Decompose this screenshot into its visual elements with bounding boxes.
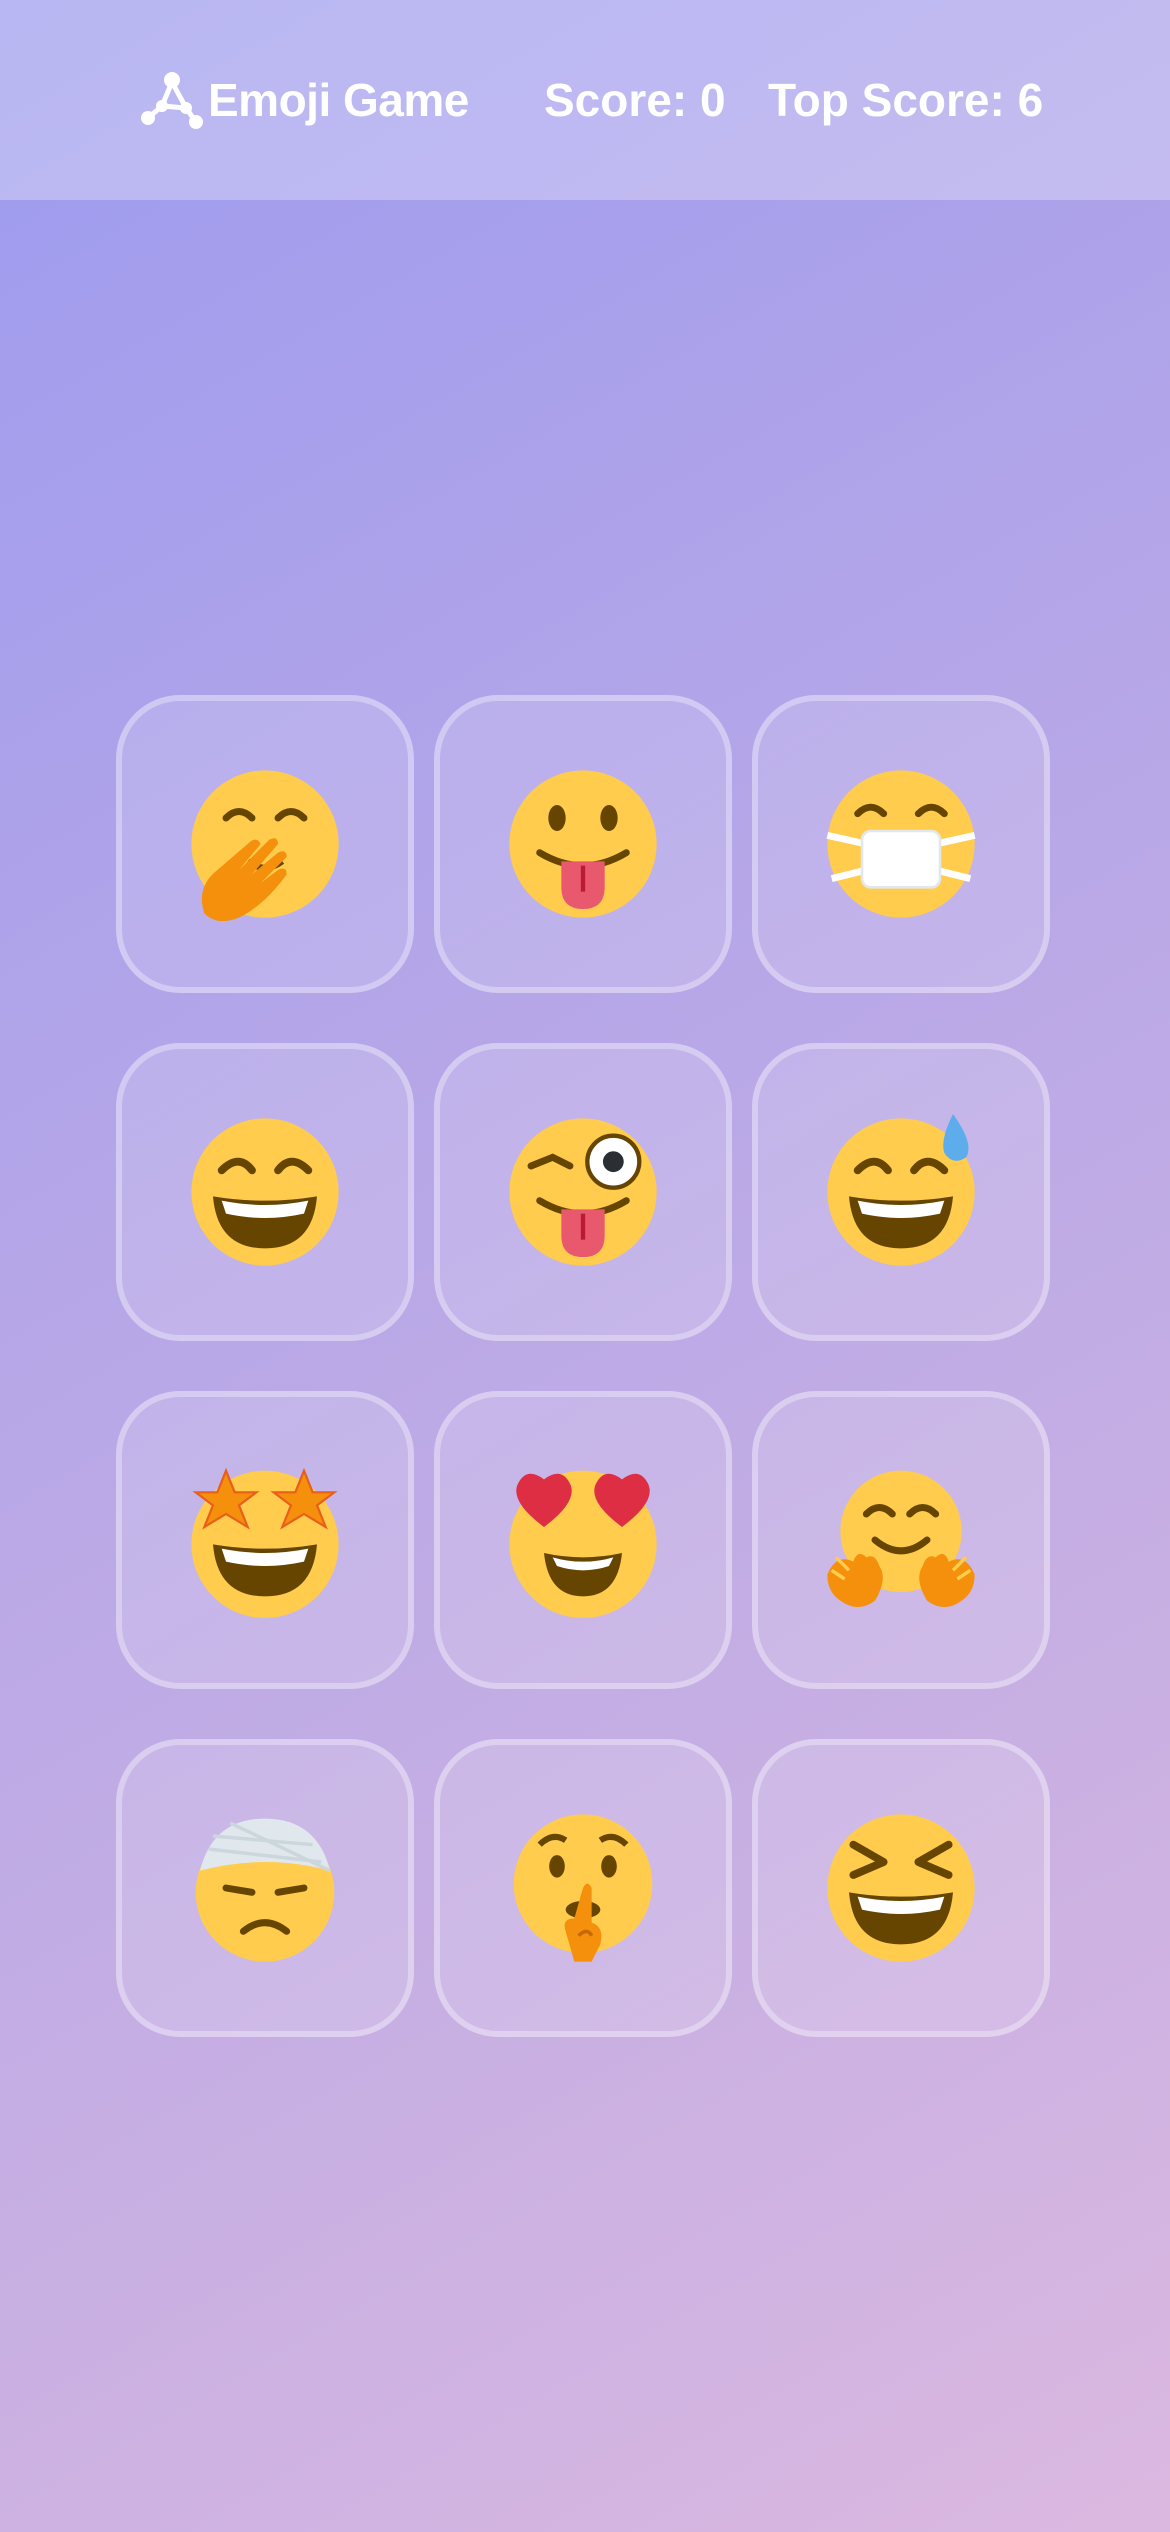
- emoji-card[interactable]: [752, 695, 1050, 993]
- emoji-card[interactable]: [434, 695, 732, 993]
- header-bar: Emoji Game Score: 0 Top Score: 6: [0, 0, 1170, 200]
- emoji-card[interactable]: [116, 695, 414, 993]
- smiling-face-with-heart-eyes-icon: [509, 1470, 657, 1618]
- grinning-face-with-smiling-eyes-icon: [191, 1118, 339, 1266]
- emoji-card[interactable]: [752, 1739, 1050, 2037]
- emoji-card[interactable]: [752, 1391, 1050, 1689]
- emoji-card[interactable]: [434, 1739, 732, 2037]
- winking-face-with-tongue-icon: [509, 1118, 657, 1266]
- grinning-face-with-sweat-icon: [827, 1114, 975, 1266]
- hugging-face-icon: [827, 1470, 975, 1608]
- emoji-card[interactable]: [116, 1739, 414, 2037]
- star-struck-icon: [191, 1467, 339, 1618]
- face-with-hand-over-mouth-icon: [191, 770, 339, 922]
- top-score-label: Top Score: 6: [768, 74, 1044, 126]
- logo-icon: [141, 72, 203, 129]
- face-with-head-bandage-icon: [195, 1818, 335, 1962]
- emoji-grid: [116, 695, 1050, 2037]
- shushing-face-icon: [513, 1814, 653, 1962]
- emoji-card[interactable]: [116, 1391, 414, 1689]
- score-label: Score: 0: [544, 74, 726, 126]
- face-with-tongue-icon: [509, 770, 657, 918]
- app-title: Emoji Game: [208, 74, 469, 126]
- face-with-medical-mask-icon: [826, 770, 976, 918]
- emoji-card[interactable]: [434, 1043, 732, 1341]
- grinning-squinting-face-icon: [827, 1814, 975, 1962]
- emoji-card[interactable]: [434, 1391, 732, 1689]
- emoji-card[interactable]: [752, 1043, 1050, 1341]
- emoji-card[interactable]: [116, 1043, 414, 1341]
